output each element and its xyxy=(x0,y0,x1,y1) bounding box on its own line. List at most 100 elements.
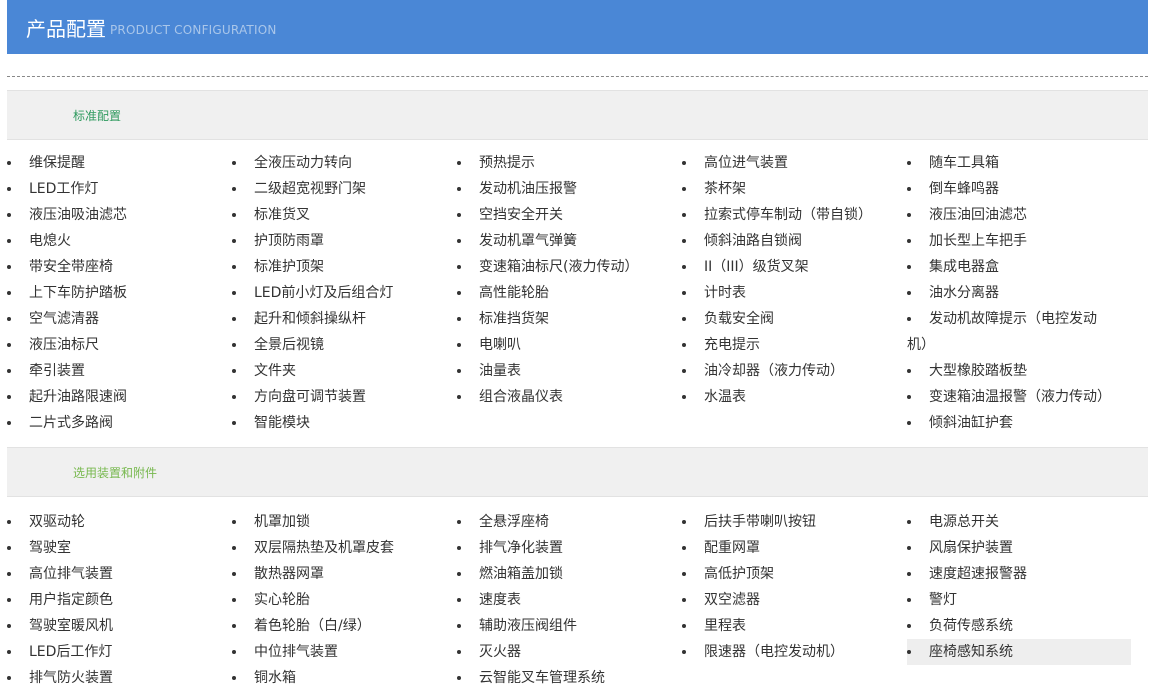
list-item: 空挡安全开关 xyxy=(457,202,675,228)
list-item: 标准护顶架 xyxy=(232,254,450,280)
list-item: 油冷却器（液力传动） xyxy=(682,358,900,384)
list-item: 随车工具箱 xyxy=(907,150,1137,176)
list-item: 加长型上车把手 xyxy=(907,228,1137,254)
list-item: 发动机故障提示（电控发动 xyxy=(907,306,1137,332)
list-item: 牵引装置 xyxy=(7,358,225,384)
standard-column-3: 预热提示 发动机油压报警 空挡安全开关 发动机罩气弹簧 变速箱油标尺(液力传动）… xyxy=(457,150,675,410)
list-item: 速度超速报警器 xyxy=(907,561,1137,587)
list-item: 驾驶室暖风机 xyxy=(7,613,225,639)
list-item: 拉索式停车制动（带自锁） xyxy=(682,202,900,228)
list-item: LED工作灯 xyxy=(7,176,225,202)
list-item: 计时表 xyxy=(682,280,900,306)
list-item: 组合液晶仪表 xyxy=(457,384,675,410)
list-item: 油量表 xyxy=(457,358,675,384)
list-item: 里程表 xyxy=(682,613,900,639)
section-optional-header: 选用装置和附件 xyxy=(7,447,1148,497)
list-item: 充电提示 xyxy=(682,332,900,358)
list-item-hovered: 座椅感知系统 xyxy=(907,639,1131,665)
list-item: 双层隔热垫及机罩皮套 xyxy=(232,535,450,561)
list-item: 铜水箱 xyxy=(232,665,450,691)
list-item: 集成电器盒 xyxy=(907,254,1137,280)
list-item: 排气净化装置 xyxy=(457,535,675,561)
list-item: 高性能轮胎 xyxy=(457,280,675,306)
list-item: 机罩加锁 xyxy=(232,509,450,535)
optional-column-1: 双驱动轮 驾驶室 高位排气装置 用户指定颜色 驾驶室暖风机 LED后工作灯 排气… xyxy=(7,509,225,691)
list-item: 电喇叭 xyxy=(457,332,675,358)
list-item: 标准挡货架 xyxy=(457,306,675,332)
list-item: 变速箱油温报警（液力传动） xyxy=(907,384,1137,410)
list-item: 液压油吸油滤芯 xyxy=(7,202,225,228)
list-item: 限速器（电控发动机） xyxy=(682,639,900,665)
list-item: 维保提醒 xyxy=(7,150,225,176)
list-item: 电源总开关 xyxy=(907,509,1137,535)
page-subtitle: PRODUCT CONFIGURATION xyxy=(110,23,277,37)
standard-column-2: 全液压动力转向 二级超宽视野门架 标准货叉 护顶防雨罩 标准护顶架 LED前小灯… xyxy=(232,150,450,436)
list-item: 负载安全阀 xyxy=(682,306,900,332)
list-item: 文件夹 xyxy=(232,358,450,384)
list-item: 二级超宽视野门架 xyxy=(232,176,450,202)
optional-column-4: 后扶手带喇叭按钮 配重网罩 高低护顶架 双空滤器 里程表 限速器（电控发动机） xyxy=(682,509,900,665)
section-standard-header: 标准配置 xyxy=(7,90,1148,140)
standard-column-5: 随车工具箱 倒车蜂鸣器 液压油回油滤芯 加长型上车把手 集成电器盒 油水分离器 … xyxy=(907,150,1137,436)
section-standard-label: 标准配置 xyxy=(73,108,122,123)
list-item: 全液压动力转向 xyxy=(232,150,450,176)
list-item: LED前小灯及后组合灯 xyxy=(232,280,450,306)
dashed-divider xyxy=(7,76,1148,77)
list-item: 高低护顶架 xyxy=(682,561,900,587)
list-item: 液压油回油滤芯 xyxy=(907,202,1137,228)
list-item: 发动机油压报警 xyxy=(457,176,675,202)
list-item: 辅助液压阀组件 xyxy=(457,613,675,639)
page-title: 产品配置 xyxy=(26,16,106,41)
standard-column-1: 维保提醒 LED工作灯 液压油吸油滤芯 电熄火 带安全带座椅 上下车防护踏板 空… xyxy=(7,150,225,436)
list-item: 警灯 xyxy=(907,587,1137,613)
list-item: 配重网罩 xyxy=(682,535,900,561)
list-item: 上下车防护踏板 xyxy=(7,280,225,306)
standard-column-4: 高位进气装置 茶杯架 拉索式停车制动（带自锁） 倾斜油路自锁阀 II（III）级… xyxy=(682,150,900,410)
list-item: 灭火器 xyxy=(457,639,675,665)
list-item: 发动机罩气弹簧 xyxy=(457,228,675,254)
list-item: 电熄火 xyxy=(7,228,225,254)
list-item: 倾斜油缸护套 xyxy=(907,410,1137,436)
list-item: 后扶手带喇叭按钮 xyxy=(682,509,900,535)
list-item: 变速箱油标尺(液力传动） xyxy=(457,254,675,280)
list-item: 二片式多路阀 xyxy=(7,410,225,436)
list-item: 液压油标尺 xyxy=(7,332,225,358)
list-item: 起升和倾斜操纵杆 xyxy=(232,306,450,332)
list-item: 散热器网罩 xyxy=(232,561,450,587)
list-item: 全景后视镜 xyxy=(232,332,450,358)
list-item: 方向盘可调节装置 xyxy=(232,384,450,410)
list-item: 油水分离器 xyxy=(907,280,1137,306)
list-item: 标准货叉 xyxy=(232,202,450,228)
list-item: 风扇保护装置 xyxy=(907,535,1137,561)
list-item: 大型橡胶踏板垫 xyxy=(907,358,1137,384)
list-item: 带安全带座椅 xyxy=(7,254,225,280)
optional-column-3: 全悬浮座椅 排气净化装置 燃油箱盖加锁 速度表 辅助液压阀组件 灭火器 云智能叉… xyxy=(457,509,675,691)
optional-column-5: 电源总开关 风扇保护装置 速度超速报警器 警灯 负荷传感系统 座椅感知系统 xyxy=(907,509,1137,665)
list-item: 驾驶室 xyxy=(7,535,225,561)
list-item: 高位进气装置 xyxy=(682,150,900,176)
list-item: 高位排气装置 xyxy=(7,561,225,587)
list-item: 护顶防雨罩 xyxy=(232,228,450,254)
list-item: 预热提示 xyxy=(457,150,675,176)
list-item: 燃油箱盖加锁 xyxy=(457,561,675,587)
list-item: 起升油路限速阀 xyxy=(7,384,225,410)
list-item: 茶杯架 xyxy=(682,176,900,202)
list-item: 水温表 xyxy=(682,384,900,410)
list-item: 智能模块 xyxy=(232,410,450,436)
list-item: 倒车蜂鸣器 xyxy=(907,176,1137,202)
list-item: 中位排气装置 xyxy=(232,639,450,665)
list-item: 速度表 xyxy=(457,587,675,613)
list-item: 空气滤清器 xyxy=(7,306,225,332)
list-item-continuation: 机） xyxy=(907,337,935,353)
page-header: 产品配置 PRODUCT CONFIGURATION xyxy=(7,0,1148,54)
list-item: LED后工作灯 xyxy=(7,639,225,665)
list-item: 实心轮胎 xyxy=(232,587,450,613)
list-item: 云智能叉车管理系统 xyxy=(457,665,675,691)
list-item: 着色轮胎（白/绿） xyxy=(232,613,450,639)
list-item: 负荷传感系统 xyxy=(907,613,1137,639)
optional-column-2: 机罩加锁 双层隔热垫及机罩皮套 散热器网罩 实心轮胎 着色轮胎（白/绿） 中位排… xyxy=(232,509,450,691)
list-item: 倾斜油路自锁阀 xyxy=(682,228,900,254)
list-item: 双驱动轮 xyxy=(7,509,225,535)
list-item: 双空滤器 xyxy=(682,587,900,613)
list-item: 全悬浮座椅 xyxy=(457,509,675,535)
